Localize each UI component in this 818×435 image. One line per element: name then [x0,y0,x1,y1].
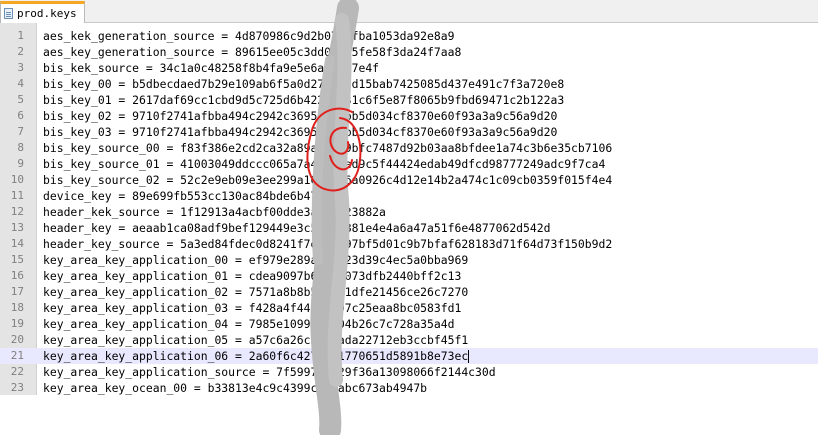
tab-label: prod.keys [17,7,77,20]
file-icon [4,8,13,19]
line-text[interactable]: key_area_key_application_04 = 7985e1099e… [43,316,454,332]
code-line[interactable]: 23 key_area_key_ocean_00 = b33813e4c9c439… [0,380,818,396]
code-line[interactable]: 5 bis_key_01 = 2617daf69cc1cbd9d5c725d6b4… [0,92,818,108]
line-text[interactable]: bis_kek_source = 34c1a0c48258f8b4fa9e5e6… [43,60,379,76]
line-text[interactable]: header_kek_source = 1f12913a4acbf00dde3a… [43,204,386,220]
code-line[interactable]: 22 key_area_key_application_source = 7f59… [0,364,818,380]
line-text[interactable]: key_area_key_application_source = 7f5997… [43,364,496,380]
line-text[interactable]: bis_key_02 = 9710f2741afbba494c2942c3695… [43,108,557,124]
code-line[interactable]: 21 key_area_key_application_06 = 2a60f6c4… [0,348,818,364]
line-text[interactable]: aes_kek_generation_source = 4d870986c9d2… [43,28,454,44]
line-text[interactable]: bis_key_03 = 9710f2741afbba494c2942c3695… [43,124,557,140]
line-text[interactable]: header_key_source = 5a3ed84fdec0d8241f7e… [43,236,612,252]
line-text[interactable]: key_area_key_application_03 = f428a4f44c… [43,300,461,316]
code-line[interactable]: 17 key_area_key_application_02 = 7571a8b8… [0,284,818,300]
code-line[interactable]: 18 key_area_key_application_03 = f428a4f4… [0,300,818,316]
line-number: 22 [10,365,24,378]
text-caret [468,350,470,363]
code-line[interactable]: 15 key_area_key_application_00 = ef979e28… [0,252,818,268]
code-line[interactable]: 3 bis_kek_source = 34c1a0c48258f8b4fa9e5e… [0,60,818,76]
code-line[interactable]: 1 aes_kek_generation_source = 4d870986c9d… [0,28,818,44]
text-editor[interactable]: 1 aes_kek_generation_source = 4d870986c9d… [0,23,818,435]
line-text[interactable]: key_area_key_application_00 = ef979e289a… [43,252,468,268]
code-line[interactable]: 14 header_key_source = 5a3ed84fdec0d8241f… [0,236,818,252]
line-number: 1 [17,29,24,42]
line-number: 16 [10,269,24,282]
line-text[interactable]: aes_key_generation_source = 89615ee05c3d… [43,44,461,60]
code-line[interactable]: 19 key_area_key_application_04 = 7985e109… [0,316,818,332]
line-number: 23 [10,381,24,394]
line-text[interactable]: key_area_key_ocean_00 = b33813e4c9c4399c… [43,380,427,396]
line-number: 13 [10,221,24,234]
code-line[interactable]: 8 bis_key_source_00 = f83f386e2cd2ca32a89… [0,140,818,156]
line-number: 20 [10,333,24,346]
code-line[interactable]: 13 header_key = aeaab1ca08adf9bef129449e3… [0,220,818,236]
code-line[interactable]: 2 aes_key_generation_source = 89615ee05c3… [0,44,818,60]
line-number: 11 [10,189,24,202]
line-number: 2 [17,45,24,58]
code-line[interactable]: 20 key_area_key_application_05 = a57c6a26… [0,332,818,348]
line-number: 7 [17,125,24,138]
line-text[interactable]: bis_key_01 = 2617daf69cc1cbd9d5c725d6b42… [43,92,564,108]
line-number: 10 [10,173,24,186]
line-number: 12 [10,205,24,218]
line-text[interactable]: key_area_key_application_01 = cdea9097b6… [43,268,461,284]
line-number: 8 [17,141,24,154]
line-number: 17 [10,285,24,298]
code-line[interactable]: 9 bis_key_source_01 = 41003049ddccc065a7a… [0,156,818,172]
code-line[interactable]: 7 bis_key_03 = 9710f2741afbba494c2942c369… [0,124,818,140]
line-text[interactable]: key_area_key_application_02 = 7571a8b8b5… [43,284,468,300]
code-line[interactable]: 10 bis_key_source_02 = 52c2e9eb09e3ee299a… [0,172,818,188]
line-number: 19 [10,317,24,330]
line-number: 5 [17,93,24,106]
line-text[interactable]: device_key = 89e699fb553cc130ac84bde6b47… [43,188,345,204]
line-text[interactable]: bis_key_source_01 = 41003049ddccc065a7a4… [43,156,605,172]
line-number: 9 [17,157,24,170]
line-number: 3 [17,61,24,74]
line-number: 18 [10,301,24,314]
code-line[interactable]: 16 key_area_key_application_01 = cdea9097… [0,268,818,284]
line-number: 4 [17,77,24,90]
tab-bar: prod.keys [0,0,818,23]
line-number: 21 [10,349,24,362]
code-line[interactable]: 12 header_kek_source = 1f12913a4acbf00dde… [0,204,818,220]
line-number: 6 [17,109,24,122]
line-text[interactable]: header_key = aeaab1ca08adf9bef129449e3c5… [43,220,550,236]
line-number: 15 [10,253,24,266]
line-text[interactable]: bis_key_source_00 = f83f386e2cd2ca32a89a… [43,140,612,156]
tab-prod-keys[interactable]: prod.keys [0,1,85,23]
code-line[interactable]: 4 bis_key_00 = b5dbecdaed7b29e109ab6f5a0d… [0,76,818,92]
line-text[interactable]: bis_key_00 = b5dbecdaed7b29e109ab6f5a0d2… [43,76,564,92]
code-line[interactable]: 6 bis_key_02 = 9710f2741afbba494c2942c369… [0,108,818,124]
line-text[interactable]: key_area_key_application_05 = a57c6a26c5… [43,332,468,348]
line-text[interactable]: bis_key_source_02 = 52c2e9eb09e3ee299a10… [43,172,612,188]
code-line[interactable]: 11 device_key = 89e699fb553cc130ac84bde6b… [0,188,818,204]
line-number: 14 [10,237,24,250]
line-text[interactable]: key_area_key_application_06 = 2a60f6c427… [43,348,470,364]
